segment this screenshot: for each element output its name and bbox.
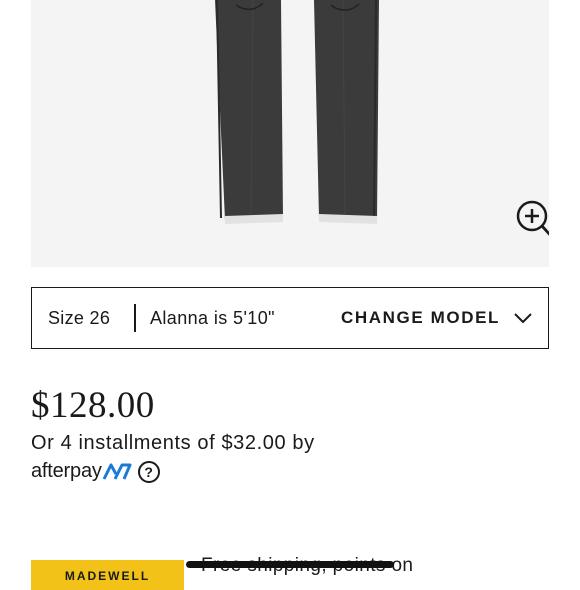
afterpay-arrows-icon bbox=[102, 463, 132, 480]
zoom-in-button[interactable] bbox=[513, 198, 549, 242]
afterpay-row: afterpay ? bbox=[31, 460, 160, 483]
chevron-down-icon bbox=[514, 313, 532, 324]
model-height-label: Alanna is 5'10" bbox=[150, 307, 275, 328]
afterpay-logo[interactable]: afterpay bbox=[31, 460, 132, 483]
help-symbol: ? bbox=[144, 463, 153, 480]
change-model-button[interactable]: CHANGE MODEL bbox=[341, 308, 532, 328]
zoom-in-icon bbox=[516, 200, 549, 236]
product-price: $128.00 bbox=[31, 385, 155, 426]
jeans-image bbox=[215, 0, 379, 224]
size-label: Size 26 bbox=[48, 307, 111, 328]
product-image[interactable] bbox=[31, 0, 549, 267]
divider bbox=[134, 304, 136, 332]
model-selector: Size 26 Alanna is 5'10" CHANGE MODEL bbox=[31, 287, 549, 349]
home-indicator bbox=[186, 561, 394, 568]
rewards-card[interactable]: MADEWELL bbox=[31, 560, 184, 590]
help-icon[interactable]: ? bbox=[137, 460, 160, 483]
change-model-label: CHANGE MODEL bbox=[341, 308, 500, 327]
installments-text: Or 4 installments of $32.00 by bbox=[31, 432, 315, 454]
afterpay-wordmark: afterpay bbox=[31, 460, 102, 482]
